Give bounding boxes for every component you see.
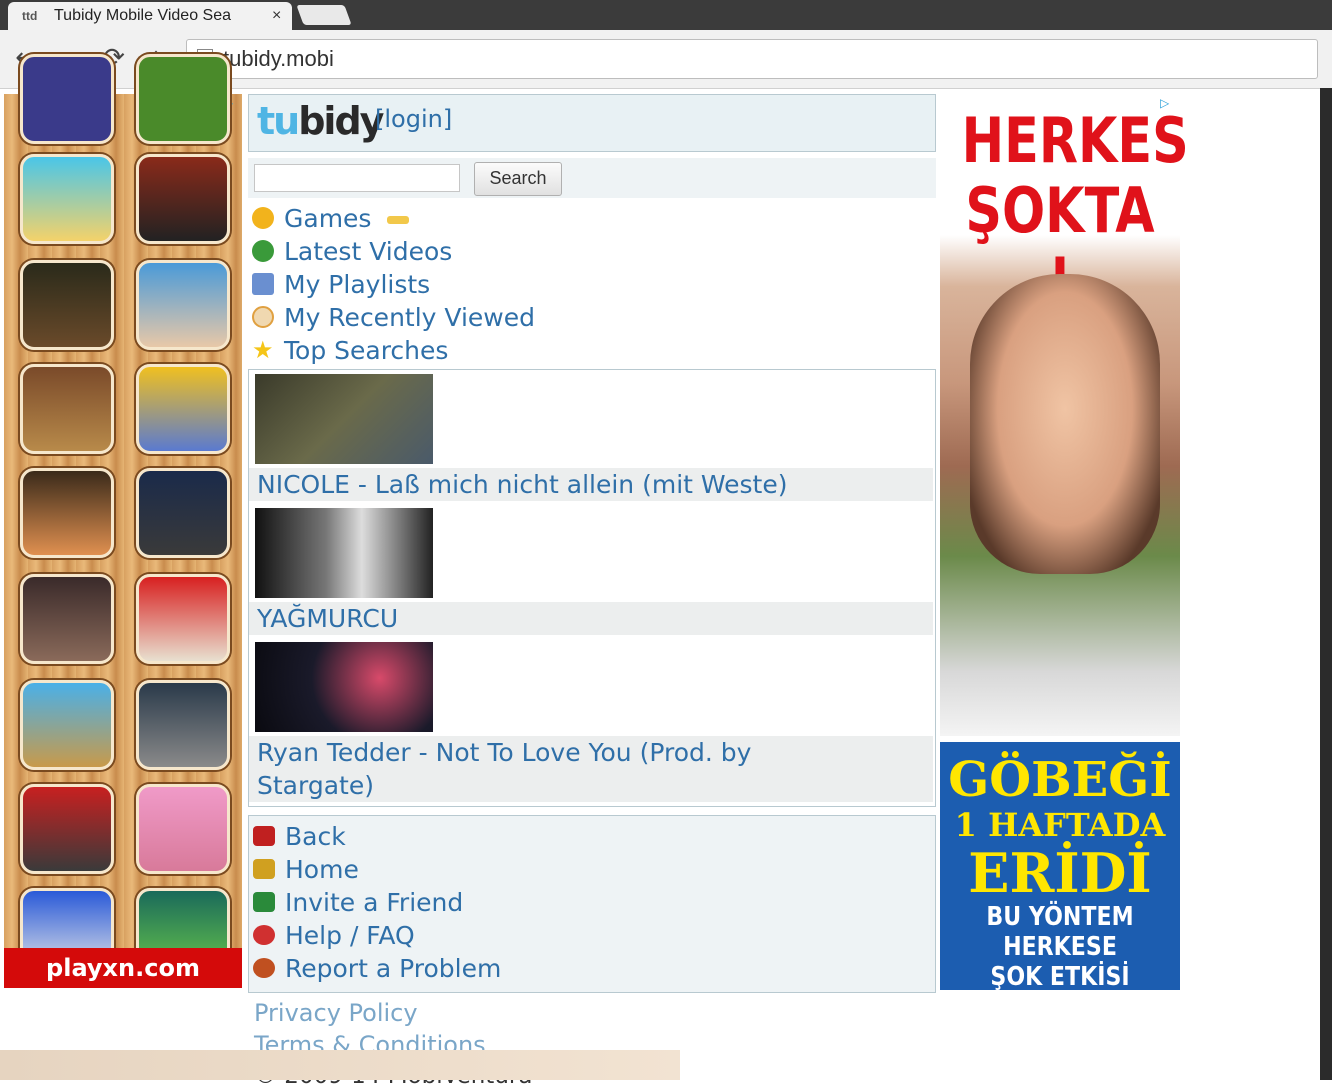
menu-label: Latest Videos (284, 237, 453, 266)
video-title[interactable]: YAĞMURCU (249, 602, 933, 635)
status-bar (0, 1050, 680, 1080)
footer-nav: Back Home Invite a Friend Help / FAQ Rep… (248, 815, 936, 993)
tab-favicon: ttd (22, 9, 38, 23)
pacman-icon (252, 207, 274, 229)
address-bar[interactable]: tubidy.mobi (186, 39, 1318, 79)
footer-item-home[interactable]: Home (253, 853, 935, 886)
ad-text-line: ŞOK ETKİSİ YARATTI (990, 962, 1130, 1022)
tab-close-icon[interactable]: × (272, 2, 281, 30)
clock-icon (252, 306, 274, 328)
tubidy-main: tubidy [login] Search Games Latest Video… (248, 94, 936, 1091)
footer-label: Back (285, 822, 346, 851)
site-header: tubidy [login] (248, 94, 936, 152)
ad-face-image (970, 274, 1160, 574)
footer-label: Report a Problem (285, 954, 502, 983)
game-tile[interactable] (136, 680, 230, 770)
menu-label: My Playlists (284, 270, 431, 299)
right-ad-banner[interactable]: ▷ HERKES ŞOKTA ! GÖBEĞİ 1 HAFTADA ERİDİ … (940, 94, 1189, 1022)
menu-item-games[interactable]: Games (252, 202, 936, 235)
playxn-brand[interactable]: playxn.com (4, 948, 242, 988)
browser-titlebar: ttd Tubidy Mobile Video Sea × (0, 0, 1332, 30)
playlist-icon (252, 273, 274, 295)
video-title[interactable]: NICOLE - Laß mich nicht allein (mit West… (249, 468, 933, 501)
footer-item-invite[interactable]: Invite a Friend (253, 886, 935, 919)
game-tile[interactable] (20, 680, 114, 770)
invite-icon (253, 892, 275, 912)
footer-item-help[interactable]: Help / FAQ (253, 919, 935, 952)
game-tile[interactable] (20, 364, 114, 454)
home-icon (253, 859, 275, 879)
logo-suffix: bidy (298, 99, 384, 143)
menu-item-latest-videos[interactable]: Latest Videos (252, 235, 936, 268)
ad-text-line: GÖBEĞİ (948, 752, 1172, 808)
game-tile[interactable] (136, 260, 230, 350)
game-tile[interactable] (136, 574, 230, 664)
menu-label: My Recently Viewed (284, 303, 535, 332)
url-text[interactable]: tubidy.mobi (223, 40, 334, 78)
menu-item-top-searches[interactable]: ★ Top Searches (252, 334, 936, 367)
video-title-line: Stargate) (257, 771, 374, 800)
star-icon: ★ (252, 336, 274, 364)
game-ad-banner[interactable]: ▷ playxn.com (4, 54, 242, 988)
footer-item-report[interactable]: Report a Problem (253, 952, 935, 985)
ad-text: GÖBEĞİ 1 HAFTADA ERİDİ BU YÖNTEM HERKESE… (940, 754, 1180, 1022)
ad-text-line: BU YÖNTEM HERKESE (986, 902, 1134, 962)
footer-label: Invite a Friend (285, 888, 464, 917)
window-edge (1320, 88, 1332, 1080)
login-link[interactable]: [login] (375, 105, 452, 133)
globe-icon (252, 240, 274, 262)
menu-item-recently-viewed[interactable]: My Recently Viewed (252, 301, 936, 334)
logo-prefix: tu (257, 99, 300, 143)
game-tile[interactable] (20, 260, 114, 350)
ad-bottom-panel[interactable]: GÖBEĞİ 1 HAFTADA ERİDİ BU YÖNTEM HERKESE… (940, 742, 1180, 1022)
new-tab-button[interactable] (296, 5, 352, 25)
browser-tab[interactable]: ttd Tubidy Mobile Video Sea × (8, 2, 292, 30)
game-tile[interactable] (20, 784, 114, 874)
game-tile[interactable] (136, 784, 230, 874)
badge-icon (387, 216, 410, 224)
video-list: NICOLE - Laß mich nicht allein (mit West… (248, 369, 936, 807)
search-input[interactable] (254, 164, 460, 192)
footer-label: Home (285, 855, 359, 884)
ad-text-line: 1 HAFTADA (954, 806, 1166, 844)
footer-label: Help / FAQ (285, 921, 415, 950)
game-tile[interactable] (136, 364, 230, 454)
help-icon (253, 925, 275, 945)
menu-label: Top Searches (284, 336, 449, 365)
menu-label: Games (284, 204, 372, 233)
game-tile[interactable] (20, 54, 114, 144)
tubidy-logo[interactable]: tubidy (257, 99, 384, 143)
search-button[interactable]: Search (474, 162, 562, 196)
game-tile[interactable] (20, 154, 114, 244)
back-arrow-icon (253, 826, 275, 846)
menu-item-my-playlists[interactable]: My Playlists (252, 268, 936, 301)
game-tile[interactable] (20, 574, 114, 664)
ad-headline-line: HERKES (961, 104, 1189, 177)
game-tile[interactable] (20, 468, 114, 558)
main-menu: Games Latest Videos My Playlists My Rece… (248, 198, 936, 367)
tab-title: Tubidy Mobile Video Sea (54, 7, 231, 24)
video-title-line: Ryan Tedder - Not To Love You (Prod. by (257, 738, 752, 767)
game-tile[interactable] (136, 468, 230, 558)
game-tile[interactable] (136, 154, 230, 244)
video-thumbnail[interactable] (255, 508, 433, 598)
ad-image[interactable]: ▷ HERKES ŞOKTA ! (940, 94, 1189, 736)
game-tile[interactable] (136, 54, 230, 144)
video-thumbnail[interactable] (255, 642, 433, 732)
privacy-policy-link[interactable]: Privacy Policy (254, 997, 936, 1029)
video-thumbnail[interactable] (255, 374, 433, 464)
video-title[interactable]: Ryan Tedder - Not To Love You (Prod. by … (249, 736, 933, 802)
ad-text-line: ERİDİ (968, 841, 1152, 905)
report-icon (253, 958, 275, 978)
footer-item-back[interactable]: Back (253, 820, 935, 853)
search-bar: Search (248, 158, 936, 198)
